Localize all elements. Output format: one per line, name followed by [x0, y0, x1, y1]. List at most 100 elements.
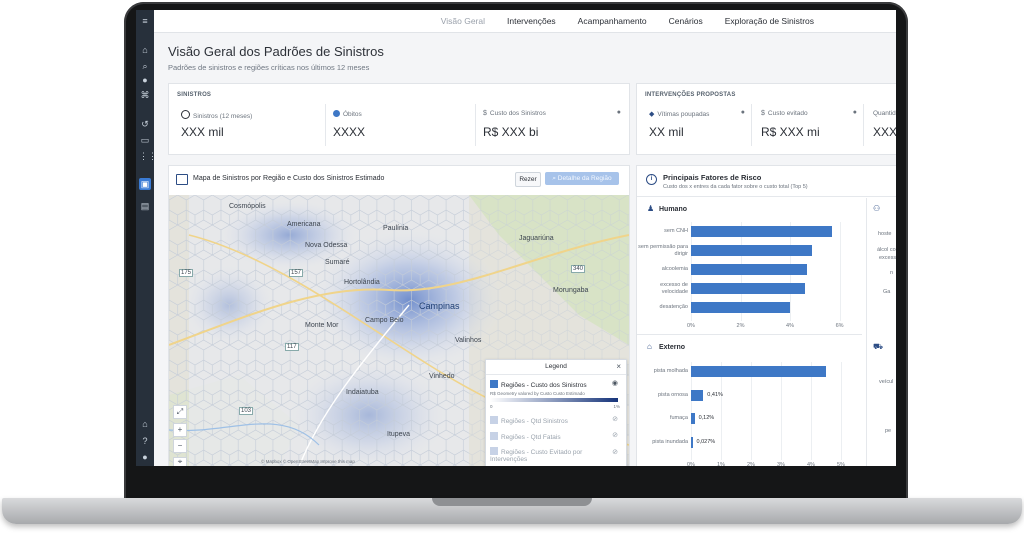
bar[interactable]: [691, 389, 704, 401]
top-nav-tabs: Visão Geral Intervenções Acampanhamento …: [441, 16, 814, 26]
tab-visao-geral[interactable]: Visão Geral: [441, 16, 485, 26]
reset-button[interactable]: Rezer: [515, 172, 541, 187]
kpi-custo-sinistros: $ Custo dos Sinistros R$ XXX bi ●: [477, 104, 627, 146]
map-city-label: Indaiatuba: [346, 389, 379, 396]
x-tick-label: 5%: [837, 462, 845, 466]
legend-layer-label: Regiões - Qtd Sinistros: [501, 418, 568, 425]
map-panel: Mapa de Sinistros por Região e Custo dos…: [168, 165, 630, 466]
user-avatar-icon[interactable]: ●: [139, 451, 151, 463]
map-city-label: Sumaré: [325, 259, 350, 266]
legend-swatch: [490, 380, 498, 388]
zoom-out-button[interactable]: −: [173, 439, 187, 453]
chart-icon[interactable]: ⌂: [139, 418, 151, 430]
eye-icon[interactable]: ◉: [612, 379, 618, 387]
bell-icon[interactable]: ●: [139, 74, 151, 86]
history-icon[interactable]: ↺: [139, 118, 151, 130]
region-detail-button[interactable]: ⌕ Detalhe da Região: [545, 172, 619, 185]
bar[interactable]: [691, 245, 813, 256]
chart-title-humano: Humano: [659, 206, 687, 213]
legend-swatch: [490, 432, 498, 440]
kpi-label: Custo dos Sinistros: [489, 110, 546, 117]
data-label: 0,027%: [696, 438, 716, 445]
grid-line: [841, 362, 842, 460]
tab-intervencoes[interactable]: Intervenções: [507, 16, 556, 26]
info-circle-icon: i: [646, 174, 657, 185]
map-city-label: Vinhedo: [429, 373, 455, 380]
search-icon[interactable]: ⌕: [139, 60, 151, 72]
road-shield: 117: [285, 343, 299, 351]
tab-cenarios[interactable]: Cenários: [669, 16, 703, 26]
tab-acompanhamento[interactable]: Acampanhamento: [578, 16, 647, 26]
eye-off-icon[interactable]: ⊘: [612, 431, 618, 439]
divider: [866, 198, 867, 466]
eye-off-icon[interactable]: ⊘: [612, 415, 618, 423]
x-tick-label: 0%: [687, 462, 695, 466]
home-icon[interactable]: ⌂: [139, 44, 151, 56]
region-detail-label: Detalhe da Região: [557, 175, 612, 182]
page-subtitle: Padrões de sinistros e regiões críticas …: [168, 63, 370, 72]
map-title: Mapa de Sinistros por Região e Custo dos…: [193, 175, 385, 182]
person-icon: ♟: [647, 204, 655, 213]
map-city-label-campinas: Campinas: [419, 301, 460, 311]
sinistros-header: SINISTROS: [177, 92, 212, 98]
bar[interactable]: [691, 264, 808, 275]
bar[interactable]: [691, 283, 805, 294]
map-canvas[interactable]: Americana Paulínia Nova Odessa Sumaré Ho…: [169, 195, 629, 466]
dashboard-icon[interactable]: ▣: [139, 178, 151, 190]
archive-icon[interactable]: ▤: [139, 200, 151, 212]
eye-off-icon[interactable]: ⊘: [612, 448, 618, 456]
map-city-label: Campo Belo: [365, 317, 404, 324]
x-tick-label: 1%: [717, 462, 725, 466]
road-shield: 175: [179, 269, 194, 277]
externo-bar-chart: 0% 1% 2% 3% 4% 5% pista molhada pista ornosa 0,4…: [637, 352, 862, 466]
network-icon[interactable]: ⌘: [139, 89, 151, 101]
badge-icon: [333, 110, 340, 117]
map-city-label: Americana: [287, 221, 321, 228]
legend-layer-custo[interactable]: Regiões - Custo dos Sinistros: [490, 380, 587, 389]
info-icon[interactable]: ●: [741, 109, 745, 116]
clock-icon: [181, 110, 190, 119]
x-tick-label: 4%: [786, 323, 794, 329]
info-icon[interactable]: ●: [853, 109, 857, 116]
help-icon[interactable]: ?: [139, 435, 151, 447]
cut-label: pe: [885, 428, 892, 434]
zoom-in-button[interactable]: +: [173, 423, 187, 437]
legend-layer-qtd-sinistros[interactable]: Regiões - Qtd Sinistros: [490, 416, 568, 425]
bar[interactable]: [691, 366, 826, 377]
laptop-notch: [432, 498, 592, 506]
apps-grid-icon[interactable]: ⋮⋮: [139, 150, 157, 162]
category-label: excesso de velocidade: [660, 282, 688, 295]
cut-label: excess: [879, 255, 896, 261]
divider: [637, 334, 862, 335]
data-label: 0,41%: [707, 391, 723, 398]
sinistros-kpi-panel: SINISTROS Sinistros (12 meses) XXX mil Ó…: [168, 83, 630, 155]
dollar-icon: $: [761, 110, 765, 117]
x-tick-label: 3%: [777, 462, 785, 466]
bar[interactable]: [691, 302, 791, 313]
bar[interactable]: [691, 226, 833, 237]
info-icon[interactable]: ●: [617, 109, 621, 116]
folder-icon[interactable]: ▭: [139, 134, 151, 146]
legend-title: Legend: [486, 360, 626, 375]
kpi-vitimas-poupadas: ◆ Vítimas poupadas XX mil ●: [643, 104, 752, 146]
menu-icon[interactable]: ≡: [139, 15, 151, 27]
legend-layer-qtd-fatais[interactable]: Regiões - Qtd Fatais: [490, 432, 561, 441]
location-pin-button[interactable]: ⌖: [173, 457, 187, 466]
x-tick-label: 0%: [687, 323, 695, 329]
fit-bounds-button[interactable]: ⤢: [173, 405, 187, 419]
cut-label: hoste: [878, 231, 892, 237]
divider: [637, 196, 896, 197]
bar[interactable]: [691, 436, 693, 448]
map-attribution[interactable]: © Mapbox © OpenStreetMap Improve this ma…: [261, 459, 355, 464]
map-city-label: Morungaba: [553, 287, 589, 294]
intervencoes-header: INTERVENÇÕES PROPOSTAS: [645, 92, 736, 98]
category-label: desatenção: [659, 304, 688, 310]
tab-exploracao-sinistros[interactable]: Exploração de Sinistros: [725, 16, 814, 26]
shield-icon: ◆: [649, 111, 655, 118]
car-icon: ⛟: [873, 342, 884, 351]
close-icon[interactable]: ×: [616, 362, 621, 371]
legend-layer-custo-evitado[interactable]: Regiões - Custo Evitado por Intervenções: [490, 447, 600, 463]
map-city-label: Hortolândia: [344, 279, 380, 286]
bar[interactable]: [691, 413, 695, 424]
map-city-label: Paulínia: [383, 225, 409, 232]
